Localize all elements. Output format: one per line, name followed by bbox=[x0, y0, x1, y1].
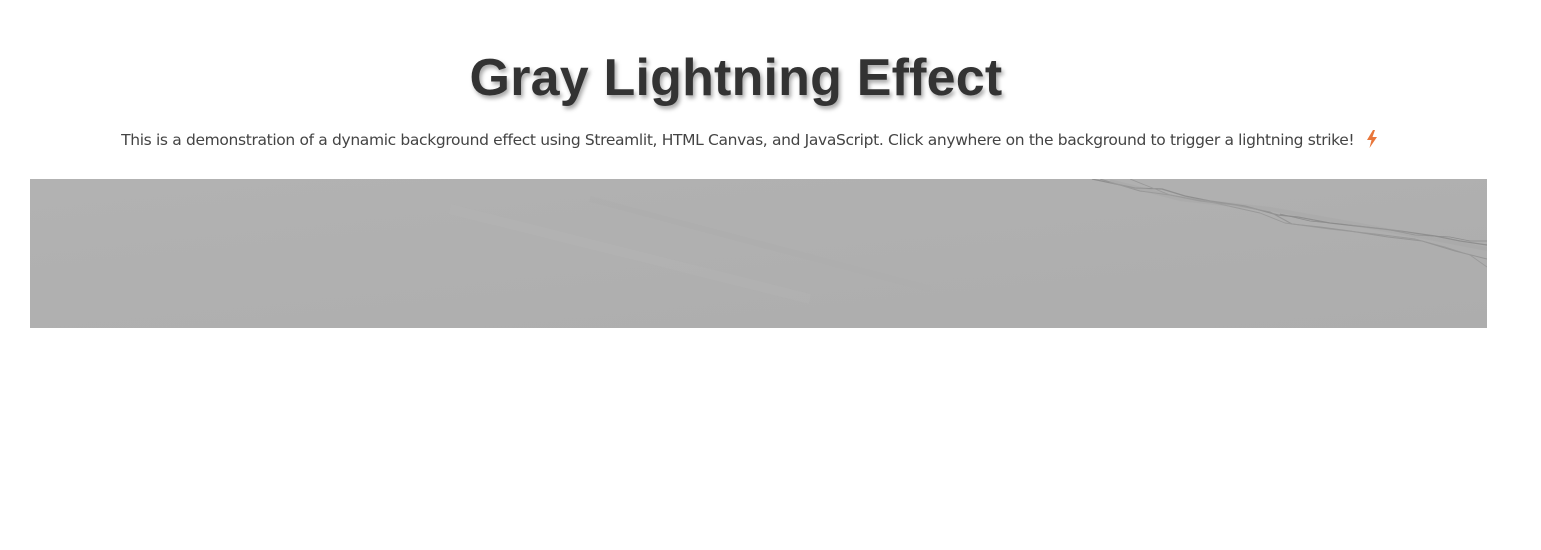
description-text: This is a demonstration of a dynamic bac… bbox=[121, 131, 1355, 149]
page: Gray Lightning Effect This is a demonstr… bbox=[0, 0, 1541, 550]
lightning-bolt-icon bbox=[1365, 129, 1379, 148]
lightning-layer bbox=[30, 179, 1487, 328]
page-description: This is a demonstration of a dynamic bac… bbox=[0, 129, 1500, 151]
page-title: Gray Lightning Effect bbox=[469, 49, 1003, 107]
lightning-canvas[interactable] bbox=[30, 179, 1487, 328]
